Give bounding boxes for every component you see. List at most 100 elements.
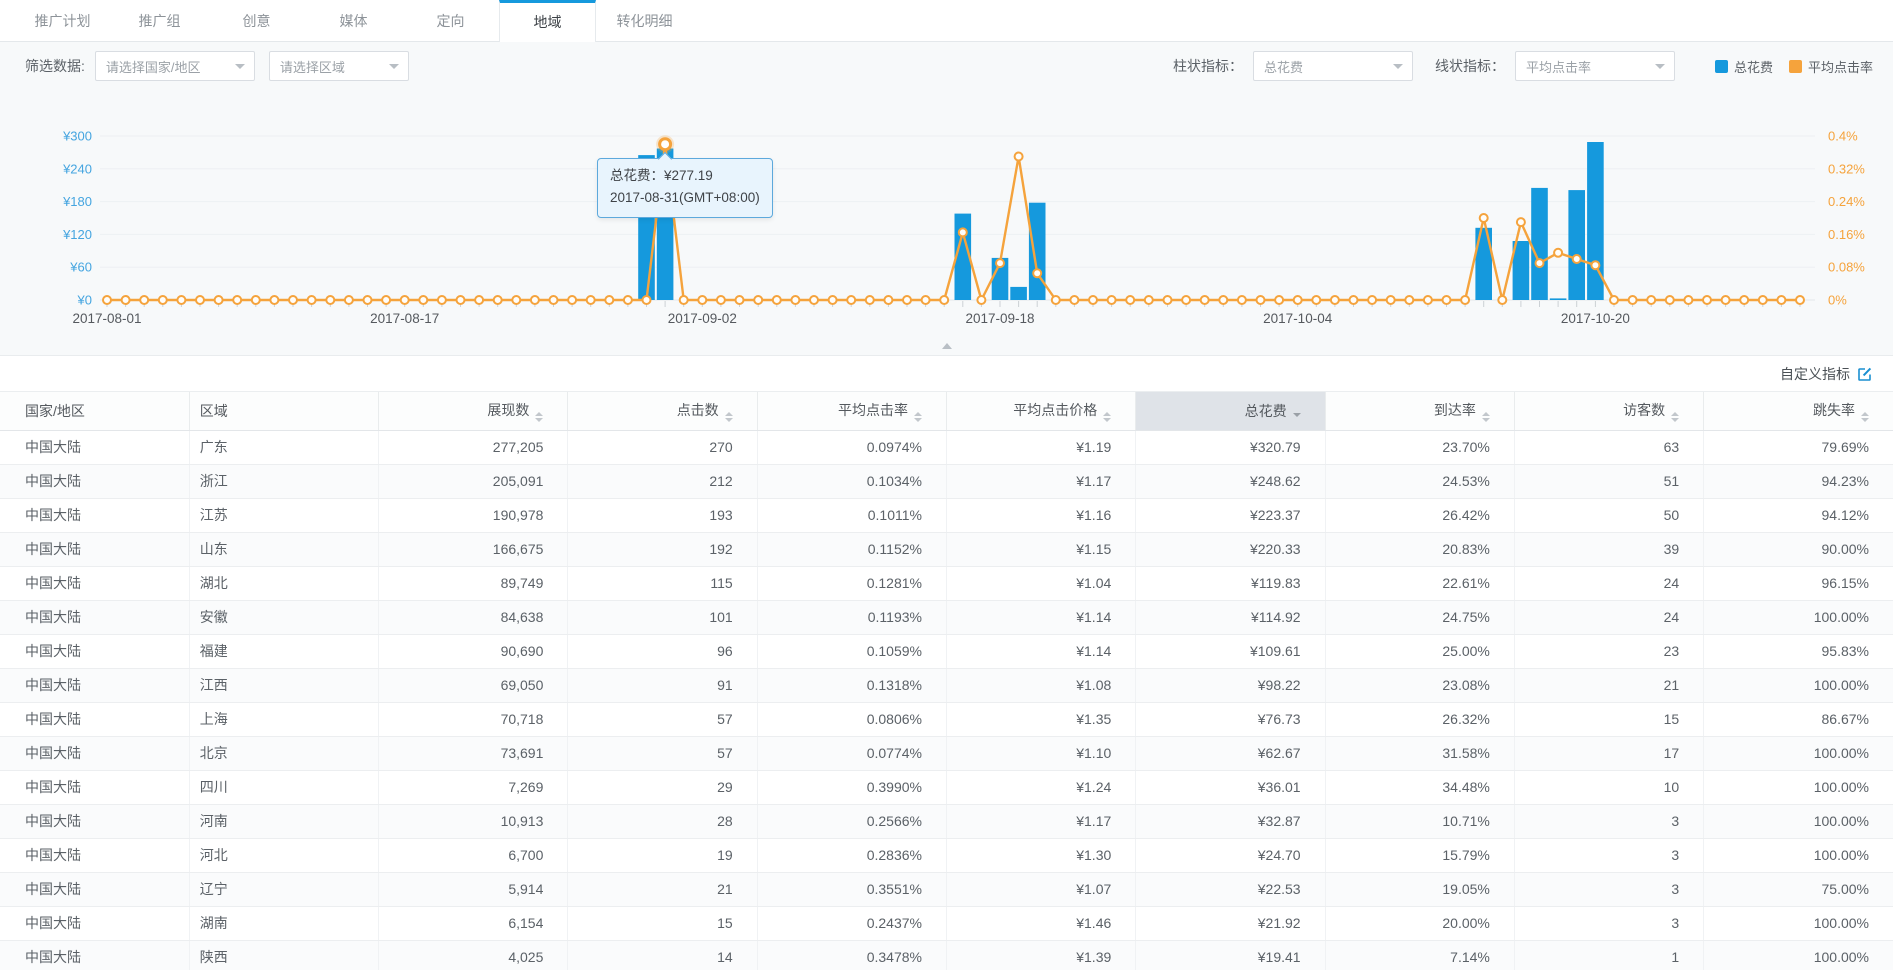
column-header-访客数[interactable]: 访客数 <box>1514 392 1703 430</box>
column-header-总花费[interactable]: 总花费 <box>1136 392 1325 430</box>
svg-text:0.32%: 0.32% <box>1828 161 1865 176</box>
cell-平均点击率: 0.0806% <box>757 702 946 736</box>
cell-平均点击价格: ¥1.19 <box>946 430 1135 464</box>
column-header-展现数[interactable]: 展现数 <box>379 392 568 430</box>
table-row: 中国大陆河北6,700190.2836%¥1.30¥24.7015.79%310… <box>0 838 1893 872</box>
column-header-平均点击价格[interactable]: 平均点击价格 <box>946 392 1135 430</box>
cell-到达率: 26.42% <box>1325 498 1514 532</box>
table-row: 中国大陆湖南6,154150.2437%¥1.46¥21.9220.00%310… <box>0 906 1893 940</box>
chart-panel: 筛选数据: 请选择国家/地区 请选择区域 柱状指标： 总花费 线状指标： 平均点… <box>0 42 1893 356</box>
cell-区域: 河北 <box>189 838 378 872</box>
table-row: 中国大陆江苏190,9781930.1011%¥1.16¥223.3726.42… <box>0 498 1893 532</box>
chart-legend: 总花费 平均点击率 <box>1699 57 1873 76</box>
svg-text:¥60: ¥60 <box>69 260 92 275</box>
cell-区域: 四川 <box>189 770 378 804</box>
cell-跳失率: 94.12% <box>1704 498 1893 532</box>
cell-展现数: 277,205 <box>379 430 568 464</box>
cell-访客数: 1 <box>1514 940 1703 970</box>
cell-展现数: 205,091 <box>379 464 568 498</box>
cell-到达率: 7.14% <box>1325 940 1514 970</box>
tab-转化明细[interactable]: 转化明细 <box>596 0 693 41</box>
cell-国家/地区: 中国大陆 <box>0 600 189 634</box>
svg-text:¥300: ¥300 <box>62 129 92 144</box>
cell-点击数: 57 <box>568 736 757 770</box>
column-header-label: 总花费 <box>1245 403 1287 419</box>
cell-跳失率: 100.00% <box>1704 770 1893 804</box>
tab-媒体[interactable]: 媒体 <box>305 0 402 41</box>
cell-平均点击价格: ¥1.24 <box>946 770 1135 804</box>
svg-text:2017-09-02: 2017-09-02 <box>668 311 737 326</box>
cell-访客数: 10 <box>1514 770 1703 804</box>
app-root: 推广计划推广组创意媒体定向地域转化明细 筛选数据: 请选择国家/地区 请选择区域… <box>0 0 1893 970</box>
cell-到达率: 19.05% <box>1325 872 1514 906</box>
tab-推广组[interactable]: 推广组 <box>111 0 208 41</box>
cell-国家/地区: 中国大陆 <box>0 872 189 906</box>
cell-总花费: ¥119.83 <box>1136 566 1325 600</box>
cell-总花费: ¥62.67 <box>1136 736 1325 770</box>
column-header-跳失率[interactable]: 跳失率 <box>1704 392 1893 430</box>
country-region-select[interactable]: 请选择国家/地区 <box>95 51 255 81</box>
table-row: 中国大陆广东277,2052700.0974%¥1.19¥320.7923.70… <box>0 430 1893 464</box>
legend-item-总花费[interactable]: 总花费 <box>1715 57 1773 76</box>
cell-国家/地区: 中国大陆 <box>0 770 189 804</box>
tab-创意[interactable]: 创意 <box>208 0 305 41</box>
filter-row: 筛选数据: 请选择国家/地区 请选择区域 柱状指标： 总花费 线状指标： 平均点… <box>0 42 1893 90</box>
cell-国家/地区: 中国大陆 <box>0 532 189 566</box>
svg-text:2017-08-17: 2017-08-17 <box>370 311 439 326</box>
cell-总花费: ¥114.92 <box>1136 600 1325 634</box>
cell-总花费: ¥248.62 <box>1136 464 1325 498</box>
line-metric-select[interactable]: 平均点击率 <box>1515 51 1675 81</box>
cell-访客数: 51 <box>1514 464 1703 498</box>
cell-国家/地区: 中国大陆 <box>0 736 189 770</box>
cell-访客数: 15 <box>1514 702 1703 736</box>
cell-点击数: 270 <box>568 430 757 464</box>
chevron-down-icon <box>235 64 245 69</box>
column-header-点击数[interactable]: 点击数 <box>568 392 757 430</box>
sort-carets-icon <box>1482 412 1490 422</box>
cell-总花费: ¥320.79 <box>1136 430 1325 464</box>
table-row: 中国大陆四川7,269290.3990%¥1.24¥36.0134.48%101… <box>0 770 1893 804</box>
cell-区域: 陕西 <box>189 940 378 970</box>
cell-访客数: 3 <box>1514 906 1703 940</box>
cell-跳失率: 100.00% <box>1704 906 1893 940</box>
cell-点击数: 57 <box>568 702 757 736</box>
cell-跳失率: 100.00% <box>1704 804 1893 838</box>
legend-label: 平均点击率 <box>1808 57 1873 76</box>
cell-展现数: 4,025 <box>379 940 568 970</box>
cell-展现数: 70,718 <box>379 702 568 736</box>
table-row: 中国大陆浙江205,0912120.1034%¥1.17¥248.6224.53… <box>0 464 1893 498</box>
cell-平均点击率: 0.0774% <box>757 736 946 770</box>
sort-carets-icon <box>725 412 733 422</box>
cell-区域: 湖南 <box>189 906 378 940</box>
cell-总花费: ¥76.73 <box>1136 702 1325 736</box>
customize-metrics-link[interactable]: 自定义指标 <box>1780 364 1850 384</box>
cell-到达率: 25.00% <box>1325 634 1514 668</box>
tab-定向[interactable]: 定向 <box>402 0 499 41</box>
area-select[interactable]: 请选择区域 <box>269 51 409 81</box>
cell-到达率: 26.32% <box>1325 702 1514 736</box>
cell-平均点击价格: ¥1.17 <box>946 804 1135 838</box>
column-header-到达率[interactable]: 到达率 <box>1325 392 1514 430</box>
collapse-chart-button[interactable] <box>934 341 960 351</box>
column-header-平均点击率[interactable]: 平均点击率 <box>757 392 946 430</box>
area-select-value: 请选择区域 <box>280 57 345 76</box>
table-row: 中国大陆陕西4,025140.3478%¥1.39¥19.417.14%1100… <box>0 940 1893 970</box>
cell-展现数: 84,638 <box>379 600 568 634</box>
bar-metric-select[interactable]: 总花费 <box>1253 51 1413 81</box>
spend-ctr-combo-chart[interactable]: ¥00%¥600.08%¥1200.16%¥1800.24%¥2400.32%¥… <box>0 90 1893 355</box>
cell-点击数: 91 <box>568 668 757 702</box>
cell-跳失率: 100.00% <box>1704 838 1893 872</box>
svg-text:¥240: ¥240 <box>62 161 92 176</box>
cell-平均点击率: 0.1034% <box>757 464 946 498</box>
cell-跳失率: 95.83% <box>1704 634 1893 668</box>
sort-carets-icon <box>1293 413 1301 417</box>
column-header-国家/地区: 国家/地区 <box>0 392 189 430</box>
cell-到达率: 23.08% <box>1325 668 1514 702</box>
cell-点击数: 101 <box>568 600 757 634</box>
cell-点击数: 212 <box>568 464 757 498</box>
edit-icon[interactable] <box>1857 366 1873 382</box>
column-header-label: 访客数 <box>1623 402 1665 418</box>
tab-推广计划[interactable]: 推广计划 <box>14 0 111 41</box>
legend-item-平均点击率[interactable]: 平均点击率 <box>1789 57 1873 76</box>
tab-地域[interactable]: 地域 <box>499 0 596 42</box>
